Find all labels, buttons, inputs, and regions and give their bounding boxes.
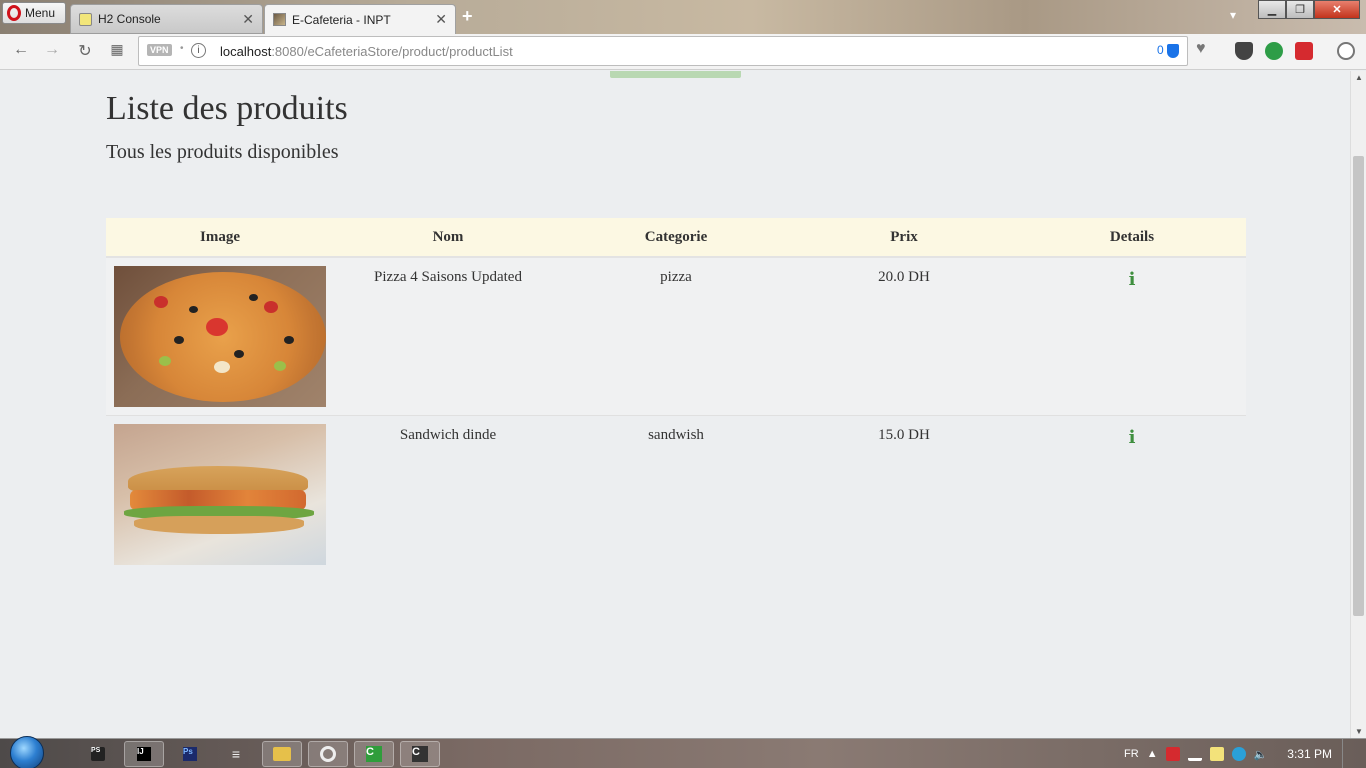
- image-cell: [106, 256, 334, 415]
- camtasia-icon: C: [366, 746, 382, 762]
- pizza-crust: [120, 272, 326, 402]
- column-header-image: Image: [106, 218, 334, 258]
- taskbar-menu-app[interactable]: ≡: [216, 741, 256, 767]
- column-header-categorie: Categorie: [562, 218, 790, 258]
- details-cell: i: [1018, 414, 1246, 573]
- windows-taskbar: PS IJ Ps ≡ C C FR ▲ 🔈 3:31 PM: [0, 736, 1366, 768]
- intellij-icon: IJ: [137, 747, 151, 761]
- taskbar-camtasia-1[interactable]: C: [354, 741, 394, 767]
- info-icon[interactable]: i: [1129, 269, 1136, 290]
- table-row: Sandwich dinde sandwish 15.0 DH i: [106, 414, 1246, 573]
- menu-label: Menu: [25, 6, 56, 20]
- name-cell: Pizza 4 Saisons Updated: [334, 256, 562, 415]
- minimize-icon[interactable]: ▁: [1258, 0, 1286, 19]
- green-extension-icon[interactable]: [1265, 42, 1283, 60]
- vpn-badge[interactable]: VPN: [147, 44, 172, 56]
- download-icon[interactable]: [1337, 42, 1355, 60]
- start-button[interactable]: [10, 736, 44, 768]
- sandwich-bread-bottom: [134, 515, 304, 534]
- close-tab-icon[interactable]: ✕: [435, 11, 447, 28]
- url-path: :8080/eCafeteriaStore/product/productLis…: [271, 44, 513, 59]
- camtasia-recorder-icon: C: [412, 746, 428, 762]
- show-desktop-button[interactable]: [1342, 739, 1354, 768]
- folder-icon: [273, 747, 291, 761]
- red-extension-icon[interactable]: [1295, 42, 1313, 60]
- products-table: Image Nom Categorie Prix Details Pizza 4…: [106, 218, 1246, 573]
- table-row: Pizza 4 Saisons Updated pizza 20.0 DH i: [106, 256, 1246, 415]
- tab-e-cafeteria[interactable]: E-Cafeteria - INPT ✕: [264, 4, 456, 34]
- adblock-shield-icon: [1167, 43, 1180, 58]
- cafeteria-favicon-icon: [273, 13, 286, 26]
- speed-dial-icon[interactable]: ▦: [106, 41, 128, 58]
- image-cell: [106, 414, 334, 573]
- powershell-icon: PS: [91, 747, 105, 761]
- photoshop-icon: Ps: [183, 747, 197, 761]
- taskbar-photoshop[interactable]: Ps: [170, 741, 210, 767]
- table-header-row: Image Nom Categorie Prix Details: [106, 218, 1246, 258]
- price-cell: 15.0 DH: [790, 414, 1018, 573]
- name-cell: Sandwich dinde: [334, 414, 562, 573]
- antivirus-tray-icon[interactable]: [1165, 747, 1180, 761]
- adblock-count: 0: [1157, 43, 1164, 57]
- opera-menu-button[interactable]: Menu: [2, 2, 66, 24]
- bookmark-heart-icon[interactable]: ♥: [1196, 40, 1206, 58]
- taskbar-opera[interactable]: [308, 741, 348, 767]
- system-tray: FR ▲ 🔈 3:31 PM: [1124, 739, 1366, 768]
- navigation-bar: ← → ↻ ▦ VPN • i localhost:8080/eCafeteri…: [0, 34, 1366, 70]
- pizza-image: [114, 266, 326, 407]
- menu-app-icon: ≡: [231, 746, 241, 762]
- page-content: Liste des produits Tous les produits dis…: [0, 71, 1350, 738]
- page-title: Liste des produits: [106, 90, 348, 127]
- language-indicator[interactable]: FR: [1124, 748, 1139, 760]
- taskbar-powershell[interactable]: PS: [78, 741, 118, 767]
- vpn-separator: •: [180, 43, 184, 54]
- taskbar-explorer[interactable]: [262, 741, 302, 767]
- restore-icon[interactable]: ❐: [1286, 0, 1314, 19]
- column-header-details: Details: [1018, 218, 1246, 258]
- close-tab-icon[interactable]: ✕: [242, 11, 254, 28]
- taskbar-intellij[interactable]: IJ: [124, 741, 164, 767]
- sandwich-image: [114, 423, 326, 565]
- volume-icon[interactable]: 🔈: [1254, 748, 1268, 761]
- back-icon[interactable]: ←: [10, 41, 32, 59]
- tab-label: H2 Console: [98, 12, 161, 26]
- taskbar-camtasia-2[interactable]: C: [400, 741, 440, 767]
- network-signal-icon[interactable]: [1187, 747, 1202, 761]
- details-cell: i: [1018, 256, 1246, 415]
- site-info-icon[interactable]: i: [191, 43, 206, 58]
- forward-icon[interactable]: →: [41, 41, 63, 59]
- category-cell: sandwish: [562, 414, 790, 573]
- tab-h2-console[interactable]: H2 Console ✕: [70, 4, 263, 34]
- page-scrollbar[interactable]: ▲ ▼: [1350, 71, 1366, 738]
- page-subtitle: Tous les produits disponibles: [106, 141, 339, 163]
- opera-icon: [320, 746, 336, 762]
- info-icon[interactable]: i: [1129, 427, 1136, 448]
- category-cell: pizza: [562, 256, 790, 415]
- reload-icon[interactable]: ↻: [74, 41, 96, 61]
- address-bar[interactable]: VPN • i localhost:8080/eCafeteriaStore/p…: [138, 36, 1188, 66]
- column-header-prix: Prix: [790, 218, 1018, 258]
- adblock-button[interactable]: 0: [1157, 43, 1180, 58]
- tab-label: E-Cafeteria - INPT: [292, 12, 391, 27]
- scroll-down-icon[interactable]: ▼: [1355, 727, 1363, 736]
- column-header-nom: Nom: [334, 218, 562, 258]
- tab-menu-icon[interactable]: ▾: [1230, 8, 1236, 22]
- sync-tray-icon[interactable]: [1231, 747, 1246, 761]
- clock[interactable]: 3:31 PM: [1287, 747, 1332, 761]
- url-host: localhost: [220, 44, 272, 59]
- window-close-icon[interactable]: ✕: [1314, 0, 1360, 19]
- scroll-up-icon[interactable]: ▲: [1355, 73, 1363, 82]
- top-navbar-remnant: [610, 71, 741, 78]
- url-text[interactable]: localhost:8080/eCafeteriaStore/product/p…: [220, 44, 513, 59]
- window-controls: ▁ ❐ ✕: [1258, 0, 1360, 19]
- show-hidden-icons-icon[interactable]: ▲: [1147, 748, 1158, 760]
- tab-bar: Menu H2 Console ✕ E-Cafeteria - INPT ✕ +…: [0, 0, 1366, 34]
- h2-favicon-icon: [79, 12, 92, 26]
- price-cell: 20.0 DH: [790, 256, 1018, 415]
- notes-tray-icon[interactable]: [1209, 747, 1224, 761]
- scrollbar-thumb[interactable]: [1353, 156, 1364, 616]
- new-tab-icon[interactable]: +: [462, 6, 473, 27]
- pocket-extension-icon[interactable]: [1235, 42, 1253, 60]
- opera-logo-icon: [7, 5, 21, 21]
